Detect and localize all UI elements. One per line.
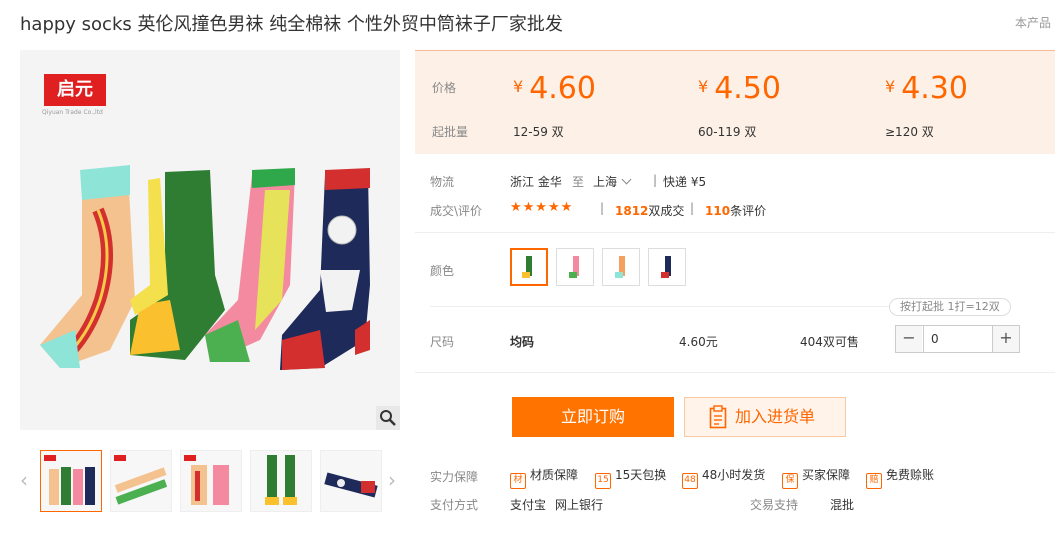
add-to-cart-button[interactable]: 加入进货单 [684,397,846,437]
color-label: 颜色 [430,264,455,278]
color-swatch-4[interactable] [648,248,686,286]
currency-symbol: ¥ [885,77,896,96]
price-label: 价格 [432,81,457,95]
guarantee-exchange[interactable]: 15 15天包换 [595,466,666,489]
calendar-15-icon: 15 [595,473,611,489]
main-product-image[interactable]: 启元 Qiyuan Trade Co.,ltd [20,50,400,430]
divider-bar: | [690,201,695,215]
guarantee-text: 材质保障 [530,468,579,482]
thumbnail-3[interactable] [180,450,242,512]
add-to-cart-label: 加入进货单 [735,407,816,426]
trade-support-value: 混批 [830,498,855,512]
price-value: 4.50 [714,71,781,106]
divider-line [430,306,890,307]
price-value: 4.30 [901,71,968,106]
notice-text[interactable]: 本产品 [1015,14,1051,31]
quantity-input[interactable] [923,326,993,352]
thumbnail-4[interactable] [250,450,312,512]
shipping-fee: 快递 ¥5 [663,175,707,189]
guarantee-text: 买家保障 [802,468,851,482]
logistics-origin: 浙江 金华 [510,175,562,189]
moq-range-3: ≥120 双 [885,125,934,139]
deal-count-suffix: 双成交 [648,204,685,218]
credit-icon: 赔 [866,473,882,489]
thumbnail-2[interactable] [110,450,172,512]
increment-button[interactable]: + [993,326,1019,352]
currency-symbol: ¥ [698,77,709,96]
thumbnail-1[interactable] [40,450,102,512]
guarantee-text: 免费赊账 [886,468,935,482]
price-tier-1: ¥4.60 [513,71,596,106]
divider-line [415,232,1055,233]
zoom-button[interactable] [376,406,400,430]
divider-bar: | [653,173,658,187]
deal-count-number: 1812 [615,204,649,218]
chevron-down-icon [621,174,632,185]
guarantee-material[interactable]: 材材质保障 [510,466,578,489]
payment-method-bank: 网上银行 [555,498,604,512]
buy-now-button[interactable]: 立即订购 [512,397,674,437]
quantity-stepper: − + [895,325,1020,353]
destination-value: 上海 [593,175,618,189]
thumbnail-next-arrow[interactable]: › [388,468,396,492]
clock-48-icon: 48 [682,473,698,489]
destination-select[interactable]: 上海 [593,173,632,190]
guarantee-label: 实力保障 [430,470,479,484]
trade-support-label: 交易支持 [750,498,799,512]
payment-method-alipay: 支付宝 [510,498,547,512]
review-count-suffix: 条评价 [730,204,767,218]
color-swatch-1[interactable] [510,248,548,286]
thumbnail-5[interactable] [320,450,382,512]
review-count-number: 110 [705,204,731,218]
batch-tip: 按打起批 1打=12双 [889,298,1011,316]
shield-icon: 保 [782,473,798,489]
payment-label: 支付方式 [430,498,479,512]
logistics-to: 至 [572,175,585,189]
color-swatch-3[interactable] [602,248,640,286]
size-label: 尺码 [430,335,455,349]
guarantee-text: 48小时发货 [702,468,766,482]
clipboard-icon [709,405,727,429]
decrement-button[interactable]: − [896,326,922,352]
deal-count[interactable]: 1812双成交 [615,202,684,219]
guarantee-credit[interactable]: 赔免费赊账 [866,466,934,489]
thumbnail-prev-arrow[interactable]: ‹ [20,468,28,492]
socks-illustration [40,165,370,370]
logistics-label: 物流 [430,175,455,189]
magnifier-icon [380,410,396,426]
stock-available: 404双可售 [800,335,859,349]
price-tier-2: ¥4.50 [698,71,781,106]
price-tier-3: ¥4.30 [885,71,968,106]
divider-bar: | [600,201,605,215]
size-value: 均码 [510,335,535,349]
review-count[interactable]: 110条评价 [705,202,766,219]
moq-label: 起批量 [432,125,469,139]
color-swatch-2[interactable] [556,248,594,286]
currency-symbol: ¥ [513,77,524,96]
guarantee-shipping[interactable]: 48 48小时发货 [682,466,765,489]
price-box: 价格 起批量 ¥4.60 12-59 双 ¥4.50 60-119 双 ¥4.3… [415,50,1055,154]
divider-line [415,372,1055,373]
rating-stars: ★★★★★ [510,200,574,215]
product-title: happy socks 英伦风撞色男袜 纯全棉袜 个性外贸中筒袜子厂家批发 [20,14,563,35]
material-icon: 材 [510,473,526,489]
thumbnail-strip: ‹ › [20,450,400,512]
size-price: 4.60元 [679,335,718,349]
transactions-label: 成交\评价 [430,204,483,218]
guarantee-text: 15天包换 [615,468,667,482]
moq-range-1: 12-59 双 [513,125,564,139]
price-value: 4.60 [529,71,596,106]
guarantee-buyer[interactable]: 保买家保障 [782,466,850,489]
moq-range-2: 60-119 双 [698,125,757,139]
